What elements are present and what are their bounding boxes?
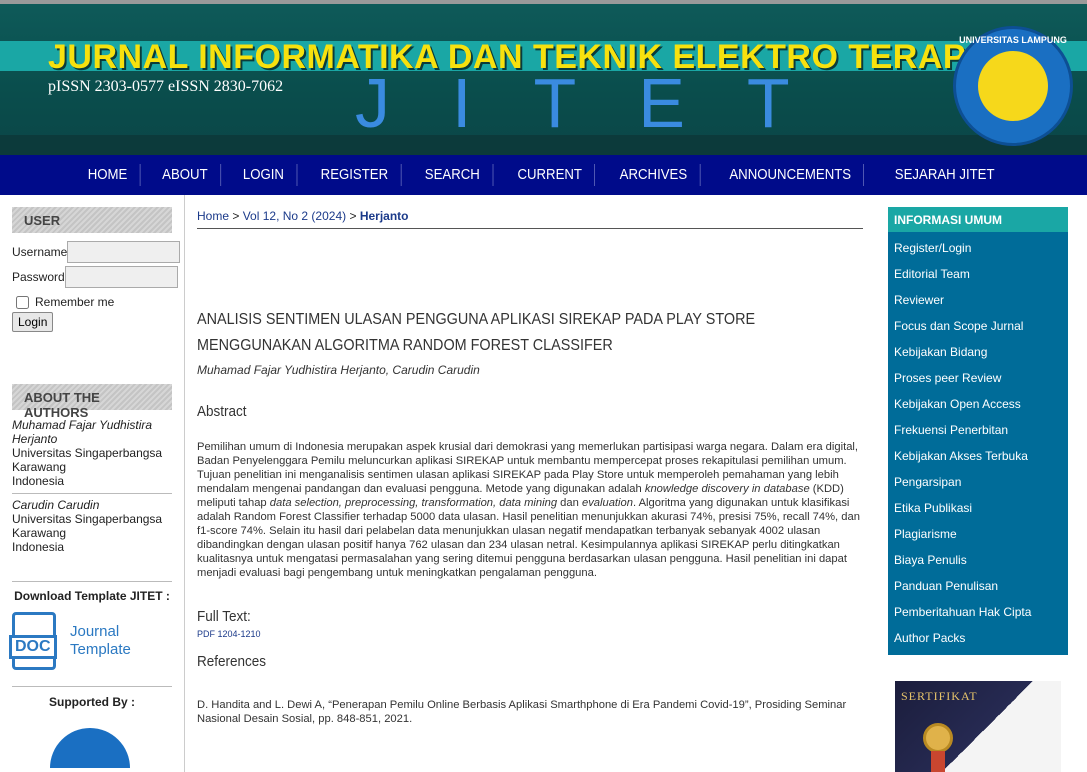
nav-register[interactable]: REGISTER bbox=[308, 164, 402, 186]
breadcrumb-issue[interactable]: Vol 12, No 2 (2024) bbox=[243, 209, 346, 223]
user-block-heading: USER bbox=[12, 207, 172, 233]
author-affiliation: Universitas Singaperbangsa Karawang bbox=[12, 512, 163, 540]
author-affiliation: Universitas Singaperbangsa Karawang bbox=[12, 446, 163, 474]
nav-archives[interactable]: ARCHIVES bbox=[608, 164, 701, 186]
journal-banner: JURNAL INFORMATIKA DAN TEKNIK ELEKTRO TE… bbox=[0, 4, 1087, 155]
breadcrumb: Home > Vol 12, No 2 (2024) > Herjanto bbox=[197, 209, 863, 229]
password-label: Password bbox=[12, 270, 65, 284]
nav-home[interactable]: HOME bbox=[76, 164, 141, 186]
remember-me-checkbox[interactable] bbox=[16, 295, 29, 309]
info-menu: Register/Login Editorial Team Reviewer F… bbox=[888, 232, 1068, 655]
certificate-title: SERTIFIKAT bbox=[901, 689, 978, 703]
ribbon-icon bbox=[931, 751, 945, 772]
article-authors: Muhamad Fajar Yudhistira Herjanto, Carud… bbox=[197, 363, 480, 377]
breadcrumb-separator: > bbox=[232, 209, 240, 223]
author-name: Carudin Carudin bbox=[12, 498, 100, 512]
info-link-akses-terbuka[interactable]: Kebijakan Akses Terbuka bbox=[888, 443, 1068, 469]
info-link-panduan[interactable]: Panduan Penulisan bbox=[888, 573, 1068, 599]
nav-announcements[interactable]: ANNOUNCEMENTS bbox=[717, 164, 865, 186]
right-sidebar: INFORMASI UMUM Register/Login Editorial … bbox=[888, 207, 1068, 772]
info-link-register-login[interactable]: Register/Login bbox=[888, 235, 1068, 261]
author-entry: Carudin Carudin Universitas Singaperbang… bbox=[12, 494, 172, 559]
logo-emblem bbox=[978, 51, 1048, 121]
breadcrumb-separator: > bbox=[349, 209, 357, 223]
supporter-logo bbox=[50, 728, 130, 768]
pdf-link[interactable]: PDF 1204-1210 bbox=[197, 629, 863, 639]
reference-item: D. Handita and L. Dewi A, “Penerapan Pem… bbox=[197, 699, 847, 725]
abstract-term: data selection, preprocessing, transform… bbox=[269, 497, 558, 509]
doc-file-icon: DOC bbox=[9, 612, 57, 670]
info-link-frekuensi[interactable]: Frekuensi Penerbitan bbox=[888, 417, 1068, 443]
main-navigation: HOME ABOUT LOGIN REGISTER SEARCH CURRENT… bbox=[0, 155, 1087, 195]
info-link-pengarsipan[interactable]: Pengarsipan bbox=[888, 469, 1068, 495]
info-link-plagiarisme[interactable]: Plagiarisme bbox=[888, 521, 1068, 547]
university-logo: UNIVERSITAS LAMPUNG bbox=[953, 26, 1073, 146]
username-label: Username bbox=[12, 245, 68, 259]
accreditation-certificate[interactable]: SERTIFIKAT bbox=[895, 681, 1061, 772]
journal-acronym: JITET bbox=[355, 64, 852, 142]
info-link-kebijakan-bidang[interactable]: Kebijakan Bidang bbox=[888, 339, 1068, 365]
author-entry: Muhamad Fajar Yudhistira Herjanto Univer… bbox=[12, 418, 172, 494]
authors-list: Muhamad Fajar Yudhistira Herjanto Univer… bbox=[12, 418, 172, 559]
medal-icon bbox=[923, 723, 953, 753]
journal-issn: pISSN 2303-0577 eISSN 2830-7062 bbox=[48, 78, 284, 95]
logo-text: UNIVERSITAS LAMPUNG bbox=[959, 35, 1067, 45]
template-link-label: Journal Template bbox=[70, 623, 131, 658]
info-link-biaya[interactable]: Biaya Penulis bbox=[888, 547, 1068, 573]
author-name: Muhamad Fajar Yudhistira Herjanto bbox=[12, 418, 153, 446]
nav-sejarah-jitet[interactable]: SEJARAH JITET bbox=[883, 164, 1007, 186]
breadcrumb-current: Herjanto bbox=[359, 209, 409, 223]
abstract-term: evaluation bbox=[581, 497, 633, 509]
login-form: Username Password Remember me Login bbox=[12, 241, 181, 332]
left-sidebar: USER Username Password Remember me Login… bbox=[9, 207, 181, 768]
abstract-part: dan bbox=[557, 497, 582, 509]
article-title: ANALISIS SENTIMEN ULASAN PENGGUNA APLIKA… bbox=[197, 311, 756, 354]
fulltext-heading: Full Text: bbox=[197, 608, 251, 625]
abstract-text: Pemilihan umum di Indonesia merupakan as… bbox=[197, 440, 863, 580]
sidebar-divider bbox=[12, 581, 172, 582]
breadcrumb-home[interactable]: Home bbox=[197, 209, 229, 223]
info-link-etika[interactable]: Etika Publikasi bbox=[888, 495, 1068, 521]
journal-template-download[interactable]: DOC Journal Template bbox=[9, 612, 172, 670]
info-block-heading: INFORMASI UMUM bbox=[888, 207, 1068, 232]
column-divider bbox=[184, 195, 185, 772]
page-body: USER Username Password Remember me Login… bbox=[0, 195, 1087, 772]
login-button[interactable]: Login bbox=[12, 312, 54, 332]
template-heading: Download Template JITET : bbox=[14, 589, 170, 603]
abstract-part: . Algoritma yang digunakan untuk klasifi… bbox=[197, 497, 860, 579]
info-link-peer-review[interactable]: Proses peer Review bbox=[888, 365, 1068, 391]
abstract-heading: Abstract bbox=[197, 403, 247, 420]
username-input[interactable] bbox=[67, 241, 181, 263]
references-heading: References bbox=[197, 653, 267, 670]
info-link-reviewer[interactable]: Reviewer bbox=[888, 287, 1068, 313]
nav-search[interactable]: SEARCH bbox=[413, 164, 494, 186]
nav-current[interactable]: CURRENT bbox=[505, 164, 596, 186]
supported-heading: Supported By : bbox=[49, 695, 135, 709]
info-link-open-access[interactable]: Kebijakan Open Access bbox=[888, 391, 1068, 417]
doc-icon-label: DOC bbox=[9, 635, 57, 659]
password-input[interactable] bbox=[64, 266, 178, 288]
remember-me-label: Remember me bbox=[35, 295, 115, 309]
info-link-editorial-team[interactable]: Editorial Team bbox=[888, 261, 1068, 287]
info-link-focus-scope[interactable]: Focus dan Scope Jurnal bbox=[888, 313, 1068, 339]
nav-login[interactable]: LOGIN bbox=[231, 164, 298, 186]
abstract-term: knowledge discovery in database bbox=[644, 483, 810, 495]
author-country: Indonesia bbox=[12, 540, 65, 554]
info-link-hak-cipta[interactable]: Pemberitahuan Hak Cipta bbox=[888, 599, 1068, 625]
article-content: Home > Vol 12, No 2 (2024) > Herjanto AN… bbox=[197, 209, 863, 726]
author-country: Indonesia bbox=[12, 474, 65, 488]
nav-about[interactable]: ABOUT bbox=[150, 164, 222, 186]
authors-block-heading: ABOUT THE AUTHORS bbox=[12, 384, 172, 420]
info-link-author-packs[interactable]: Author Packs bbox=[888, 625, 1068, 651]
sidebar-divider bbox=[12, 686, 172, 687]
